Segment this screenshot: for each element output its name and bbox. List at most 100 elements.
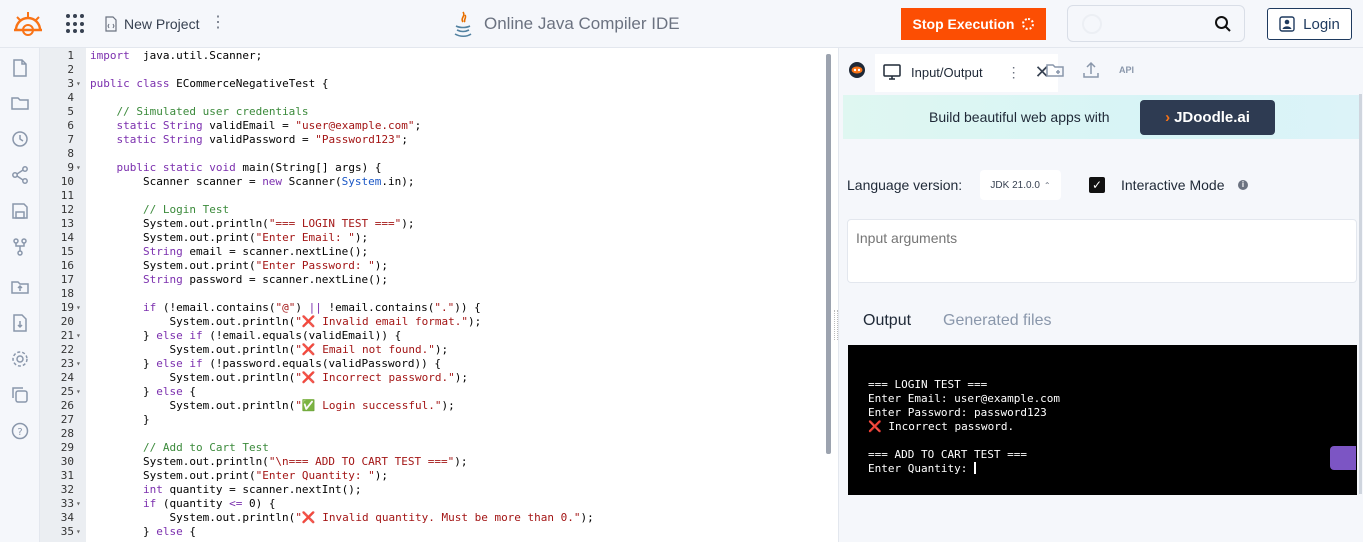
code-line[interactable]: 26 System.out.println("✅ Login successfu… [40,399,830,413]
jdoodle-logo-icon[interactable] [12,10,44,38]
upload-icon[interactable] [1081,60,1101,80]
code-line[interactable]: 24 System.out.println("❌ Incorrect passw… [40,371,830,385]
interactive-mode-checkbox[interactable]: ✓ [1089,177,1105,193]
fork-icon[interactable] [10,237,30,257]
user-icon [1279,16,1295,32]
code-line[interactable]: 21 ▾ } else if (!email.equals(validEmail)… [40,329,830,343]
fold-arrow-icon[interactable]: ▾ [76,525,81,539]
code-line[interactable]: 27 } [40,413,830,427]
code-line[interactable]: 34 System.out.println("❌ Invalid quantit… [40,511,830,525]
code-line[interactable]: 20 System.out.println("❌ Invalid email f… [40,315,830,329]
login-label: Login [1303,15,1340,33]
fold-arrow-icon[interactable]: ▾ [76,301,81,315]
code-line[interactable]: 30 System.out.println("\n=== ADD TO CART… [40,455,830,469]
info-icon[interactable]: i [1238,180,1248,190]
code-line[interactable]: 6 static String validEmail = "user@examp… [40,119,830,133]
code-line[interactable]: 25 ▾ } else { [40,385,830,399]
folder-add-icon[interactable] [1045,60,1065,80]
code-line[interactable]: 19 ▾ if (!email.contains("@") || !email.c… [40,301,830,315]
code-line[interactable]: 5 // Simulated user credentials [40,105,830,119]
code-line[interactable]: 13 System.out.println("=== LOGIN TEST ==… [40,217,830,231]
code-editor[interactable]: 1 import java.util.Scanner; 2 3 ▾ public clas… [40,48,838,542]
code-text: // Login Test [142,203,230,216]
code-line[interactable]: 16 System.out.print("Enter Password: "); [40,259,830,273]
code-line[interactable]: 4 [40,91,830,105]
code-line[interactable]: 12 // Login Test [40,203,830,217]
code-line[interactable]: 17 String password = scanner.nextLine(); [40,273,830,287]
code-line[interactable]: 33 ▾ if (quantity <= 0) { [40,497,830,511]
code-line[interactable]: 31 System.out.print("Enter Quantity: "); [40,469,830,483]
tab-generated-files[interactable]: Generated files [943,312,1052,330]
code-line[interactable]: 11 [40,189,830,203]
download-icon[interactable] [10,313,30,333]
file-icon[interactable] [10,58,30,78]
share-icon[interactable] [10,165,30,185]
code-lines[interactable]: 1 import java.util.Scanner; 2 3 ▾ public clas… [40,49,830,539]
right-panel-scrollbar[interactable] [1359,94,1362,494]
fold-arrow-icon[interactable]: ▾ [76,497,81,511]
code-line[interactable]: 9 ▾ public static void main(String[] args… [40,161,830,175]
fold-arrow-icon[interactable]: ▾ [76,385,81,399]
right-tabs: Input/Output ⋮ ✕ API [839,48,1363,92]
line-number: 22 [60,343,74,356]
code-line[interactable]: 3 ▾ public class ECommerceNegativeTest { [40,77,830,91]
output-console[interactable]: === LOGIN TEST === Enter Email: user@exam… [848,345,1357,495]
history-icon[interactable] [10,129,30,149]
line-number: 7 [67,133,74,146]
code-line[interactable]: 18 [40,287,830,301]
language-version-select[interactable]: JDK 21.0.0 ⌃ [980,170,1061,200]
tab-menu-icon[interactable]: ⋮ [1007,64,1021,81]
help-icon[interactable]: ? [10,421,30,441]
code-line[interactable]: 14 System.out.print("Enter Email: "); [40,231,830,245]
fold-arrow-icon[interactable]: ▾ [76,77,81,91]
code-line[interactable]: 23 ▾ } else if (!password.equals(validPas… [40,357,830,371]
code-line[interactable]: 22 System.out.println("❌ Email not found… [40,343,830,357]
fold-arrow-icon[interactable]: ▾ [76,161,81,175]
code-line[interactable]: 8 [40,147,830,161]
robot-icon[interactable] [847,60,867,80]
search-icon[interactable] [1214,15,1232,33]
line-number: 10 [60,175,74,188]
apps-grid-icon[interactable] [66,14,86,34]
login-button[interactable]: Login [1267,8,1352,40]
code-text: } else if (!password.equals(validPasswor… [90,357,442,370]
tab-input-output[interactable]: Input/Output ⋮ ✕ [875,54,1058,92]
code-line[interactable]: 1 import java.util.Scanner; [40,49,830,63]
folder-icon[interactable] [10,93,30,113]
code-text: public class ECommerceNegativeTest { [90,77,329,90]
jdoodle-ai-button[interactable]: › JDoodle.ai [1140,100,1275,135]
code-line[interactable]: 28 [40,427,830,441]
api-tab[interactable]: API [1119,65,1134,75]
save-icon[interactable] [10,201,30,221]
input-arguments-field[interactable] [847,219,1357,283]
spinner-icon [1022,18,1035,30]
splitter-grip-icon[interactable] [834,310,838,340]
settings-icon[interactable] [10,349,30,369]
tab-output[interactable]: Output [863,312,911,330]
right-panel: Input/Output ⋮ ✕ API Build beautiful web… [839,48,1363,542]
code-line[interactable]: 2 [40,63,830,77]
code-line[interactable]: 32 int quantity = scanner.nextInt(); [40,483,830,497]
code-line[interactable]: 35 ▾ } else { [40,525,830,539]
fold-arrow-icon[interactable]: ▾ [76,357,81,371]
feedback-hand-icon[interactable] [1330,446,1356,470]
editor-scrollbar[interactable] [826,54,831,454]
console-line: Enter Quantity: [868,462,976,475]
project-menu-icon[interactable]: ⋮ [210,15,226,31]
folder-upload-icon[interactable] [10,277,30,297]
search-box[interactable] [1067,5,1245,42]
code-line[interactable]: 29 // Add to Cart Test [40,441,830,455]
project-name[interactable]: New Project [104,14,199,34]
line-number: 21 [60,329,74,342]
console-text: === LOGIN TEST === Enter Email: user@exam… [868,378,1060,476]
line-number: 4 [67,91,74,104]
line-number: 6 [67,119,74,132]
promo-banner[interactable]: Build beautiful web apps with › JDoodle.… [843,95,1359,139]
fold-arrow-icon[interactable]: ▾ [76,329,81,343]
code-line[interactable]: 7 static String validPassword = "Passwor… [40,133,830,147]
copy-icon[interactable] [10,385,30,405]
code-line[interactable]: 10 Scanner scanner = new Scanner(System.… [40,175,830,189]
code-line[interactable]: 15 String email = scanner.nextLine(); [40,245,830,259]
line-number: 23 [60,357,74,370]
stop-execution-button[interactable]: Stop Execution [901,8,1046,40]
